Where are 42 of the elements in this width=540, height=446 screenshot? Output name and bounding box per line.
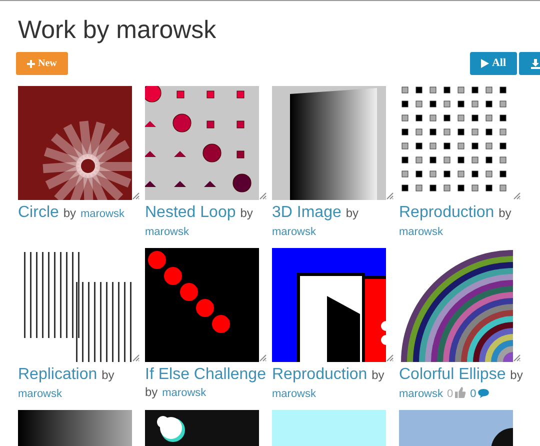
comment-count: 0: [470, 388, 476, 400]
project-title-link[interactable]: Colorful Ellipse: [399, 366, 506, 383]
like-count: 0: [447, 388, 454, 400]
speech-bubble-icon[interactable]: [478, 389, 490, 398]
page-title: Work by marowsk: [18, 15, 218, 46]
author-link[interactable]: marowsk: [399, 226, 444, 238]
resize-handle-icon[interactable]: [259, 354, 267, 362]
resize-handle-icon[interactable]: [259, 192, 267, 200]
by-label: by: [63, 206, 76, 220]
by-label: by: [240, 206, 253, 220]
author-link[interactable]: marowsk: [145, 226, 190, 238]
download-icon: [531, 58, 540, 68]
author-link[interactable]: marowsk: [272, 388, 316, 400]
project-title-link[interactable]: Replication: [18, 366, 98, 383]
play-all-button[interactable]: All: [470, 52, 517, 75]
thumbs-up-icon[interactable]: [455, 387, 466, 398]
by-label: by: [102, 368, 114, 382]
by-label: by: [145, 385, 158, 399]
by-label: by: [372, 368, 384, 382]
by-label: by: [346, 206, 359, 220]
plus-icon: [27, 60, 35, 68]
by-label: by: [498, 206, 512, 220]
project-title-link[interactable]: If Else Challenge: [145, 366, 266, 383]
play-icon: [480, 59, 489, 68]
project-title-link[interactable]: Reproduction: [272, 366, 368, 383]
resize-handle-icon[interactable]: [386, 354, 394, 362]
resize-handle-icon[interactable]: [132, 354, 140, 362]
author-link[interactable]: marowsk: [272, 226, 316, 238]
new-button[interactable]: New: [16, 52, 68, 75]
author-link[interactable]: marowsk: [399, 388, 444, 400]
author-link[interactable]: marowsk: [18, 388, 62, 400]
resize-handle-icon[interactable]: [386, 192, 394, 200]
project-title-link[interactable]: Reproduction: [399, 204, 494, 221]
resize-handle-icon[interactable]: [513, 354, 521, 362]
project-title-link[interactable]: Circle: [18, 204, 59, 221]
author-link[interactable]: marowsk: [80, 208, 124, 220]
project-title-link[interactable]: Nested Loop: [145, 204, 236, 221]
resize-handle-icon[interactable]: [132, 192, 140, 200]
project-title-link[interactable]: 3D Image: [272, 204, 342, 221]
resize-handle-icon[interactable]: [513, 192, 521, 200]
by-label: by: [510, 368, 523, 382]
author-link[interactable]: marowsk: [162, 387, 206, 399]
